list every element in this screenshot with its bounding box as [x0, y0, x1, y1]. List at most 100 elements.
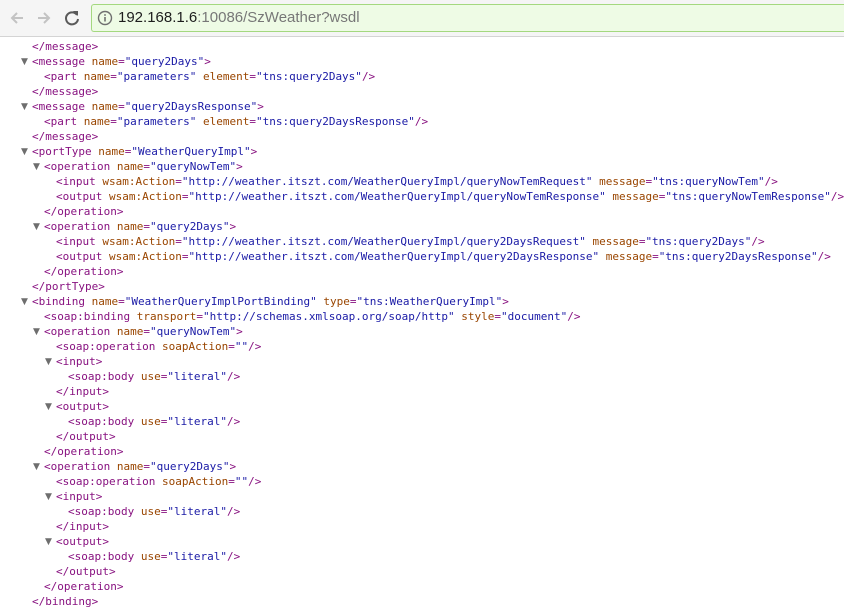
xml-attr-value: "http://schemas.xmlsoap.org/soap/http" [202, 310, 455, 323]
xml-line: </message> [32, 39, 98, 54]
xml-tag: /> [830, 190, 844, 203]
xml-line: <input> [56, 354, 102, 369]
collapse-arrow-icon[interactable]: ▼ [45, 535, 52, 550]
xml-tag: /> [226, 370, 241, 383]
xml-attr-value: "parameters" [116, 115, 197, 128]
xml-tag: > [229, 220, 237, 233]
xml-line: </output> [56, 429, 116, 444]
xml-tag: = [118, 295, 125, 308]
xml-attr-name: use [140, 505, 161, 518]
xml-line: </input> [56, 384, 109, 399]
xml-line: <soap:body use="literal"/> [68, 414, 240, 429]
xml-tag: <operation [44, 220, 117, 233]
xml-tag [599, 250, 606, 263]
xml-tag: /> [361, 70, 376, 83]
collapse-arrow-icon[interactable]: ▼ [45, 355, 52, 370]
xml-line: </operation> [44, 264, 123, 279]
xml-attr-name: wsam:Action [102, 235, 176, 248]
xml-tag: > [204, 55, 211, 68]
xml-attr-value: "tns:query2Days" [255, 70, 362, 83]
xml-attr-name: name [98, 145, 125, 158]
xml-tag: = [110, 115, 117, 128]
xml-line: </operation> [44, 204, 123, 219]
xml-line: </operation> [44, 444, 123, 459]
xml-line: <output wsam:Action = "http://weather.itsz… [56, 249, 831, 264]
xml-tag: = [652, 250, 659, 263]
xml-attr-name: name [116, 325, 144, 338]
xml-line: <soap:body use="literal"/> [68, 369, 240, 384]
xml-attr-value: "http://weather.itszt.com/WeatherQueryIm… [181, 235, 586, 248]
xml-attr-name: message [599, 175, 646, 188]
xml-tag: </input> [56, 385, 109, 398]
xml-tag: /> [751, 235, 765, 248]
xml-attr-value: "tns:query2Days" [645, 235, 752, 248]
url-host: 192.168.1.6 [118, 9, 198, 26]
collapse-arrow-icon[interactable]: ▼ [21, 55, 28, 70]
collapse-arrow-icon[interactable]: ▼ [21, 295, 28, 310]
xml-attr-name: use [140, 415, 161, 428]
xml-tag: <input> [56, 490, 103, 503]
xml-attr-value: "literal" [167, 550, 227, 563]
xml-attr-name: name [116, 460, 144, 473]
xml-tag: <soap:body [68, 550, 141, 563]
xml-tag [196, 70, 203, 83]
xml-tag: /> [248, 340, 262, 353]
info-icon[interactable] [97, 10, 113, 26]
url-text: 192.168.1.6:10086/SzWeather?wsdl [118, 9, 360, 26]
xml-tag: > [236, 325, 243, 338]
xml-tag: /> [226, 505, 241, 518]
xml-tag: </message> [32, 130, 99, 143]
xml-line: <operation name="query2Days"> [44, 459, 236, 474]
address-bar[interactable]: 192.168.1.6:10086/SzWeather?wsdl [91, 4, 844, 32]
xml-line: <soap:binding transport="http://schemas.… [44, 309, 580, 324]
xml-attr-value: "literal" [167, 505, 227, 518]
collapse-arrow-icon[interactable]: ▼ [33, 460, 40, 475]
xml-tag: <binding [32, 295, 92, 308]
xml-tag: <output [56, 190, 109, 203]
xml-tag: <output [56, 250, 109, 263]
xml-tag: <soap:body [68, 370, 141, 383]
forward-arrow-icon[interactable] [33, 7, 55, 29]
xml-attr-value: "query2Days" [124, 55, 205, 68]
xml-tag: = [118, 55, 125, 68]
xml-viewer: </message> ▼ <message name="query2Days"> <p… [0, 37, 844, 612]
collapse-arrow-icon[interactable]: ▼ [33, 325, 40, 340]
xml-tag: <soap:operation [56, 475, 162, 488]
xml-line: </input> [56, 519, 109, 534]
xml-line: <soap:operation soapAction=""/> [56, 474, 261, 489]
xml-attr-name: transport [136, 310, 197, 323]
xml-tag [196, 115, 203, 128]
xml-tag: = [118, 100, 125, 113]
xml-line: <message name="query2DaysResponse"> [32, 99, 264, 114]
xml-tag: <operation [44, 460, 117, 473]
xml-tag: = [143, 220, 150, 233]
xml-tag: = [249, 115, 256, 128]
browser-toolbar: 192.168.1.6:10086/SzWeather?wsdl [0, 0, 844, 37]
back-arrow-icon[interactable] [6, 7, 28, 29]
xml-line: <output> [56, 534, 109, 549]
xml-attr-value: "http://weather.itszt.com/WeatherQueryIm… [188, 190, 606, 203]
xml-line: <output> [56, 399, 109, 414]
xml-tag: <soap:body [68, 505, 141, 518]
collapse-arrow-icon[interactable]: ▼ [33, 220, 40, 235]
collapse-arrow-icon[interactable]: ▼ [45, 490, 52, 505]
collapse-arrow-icon[interactable]: ▼ [33, 160, 40, 175]
xml-tag: = [175, 235, 182, 248]
collapse-arrow-icon[interactable]: ▼ [21, 100, 28, 115]
xml-tag: </operation> [44, 580, 124, 593]
reload-icon[interactable] [61, 7, 83, 29]
xml-attr-name: name [91, 100, 119, 113]
xml-attr-name: name [91, 55, 119, 68]
xml-tag: = [143, 325, 150, 338]
xml-tag: </operation> [44, 445, 124, 458]
collapse-arrow-icon[interactable]: ▼ [21, 145, 28, 160]
xml-attr-name: name [83, 70, 111, 83]
xml-tag: <message [32, 55, 92, 68]
xml-tag: /> [248, 475, 262, 488]
xml-tag: /> [414, 115, 429, 128]
collapse-arrow-icon[interactable]: ▼ [45, 400, 52, 415]
xml-tag: = [143, 460, 150, 473]
xml-attr-value: "" [234, 475, 249, 488]
xml-line: </message> [32, 129, 98, 144]
xml-attr-name: name [116, 220, 144, 233]
